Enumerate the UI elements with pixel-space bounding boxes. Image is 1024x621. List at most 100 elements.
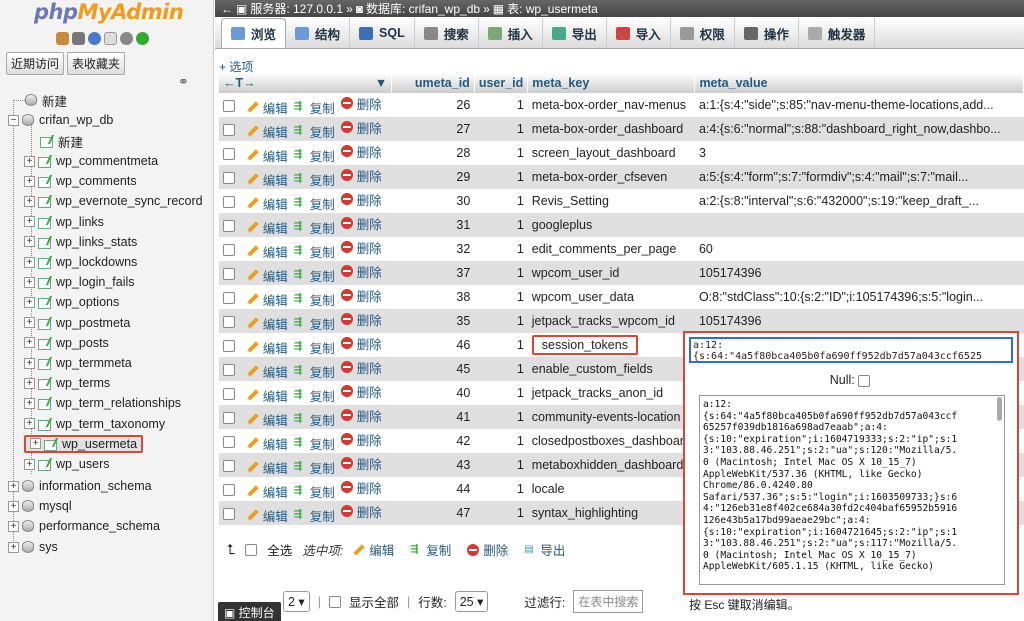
tab-0[interactable]: 浏览 <box>221 18 287 48</box>
expand-icon[interactable]: + <box>24 175 35 187</box>
tree-new[interactable]: 新建 <box>25 90 67 110</box>
bulk-delete-button[interactable]: 删除 <box>467 540 508 559</box>
delete-button[interactable]: 删除 <box>340 454 382 473</box>
tree-db-new[interactable]: 新建 <box>40 131 83 151</box>
tree-db-mysql[interactable]: + mysql <box>8 496 72 516</box>
select-all-checkbox[interactable] <box>245 543 258 556</box>
inline-edit-field[interactable]: a:12: {s:64:"4a5f80bca405b0fa690ff952db7… <box>689 337 1013 363</box>
cell-user-id[interactable]: 1 <box>474 333 528 357</box>
copy-button[interactable]: ⇶ 复制 <box>294 266 335 285</box>
settings-icon[interactable] <box>120 32 133 45</box>
page-select[interactable]: 2 ▾ <box>283 591 310 612</box>
cell-user-id[interactable]: 1 <box>474 285 528 309</box>
tab-4[interactable]: 插入 <box>479 18 543 48</box>
delete-button[interactable]: 删除 <box>340 214 382 233</box>
row-checkbox[interactable] <box>223 411 235 424</box>
cell-meta-key[interactable]: community-events-location <box>527 405 695 429</box>
console-button[interactable]: ▣ 控制台 <box>218 602 281 621</box>
row-checkbox[interactable] <box>223 243 235 256</box>
cell-umeta-id[interactable]: 29 <box>391 165 475 189</box>
select-all-label[interactable]: 全选 <box>267 540 292 559</box>
cell-meta-key[interactable]: meta-box-order_nav-menus <box>527 93 695 117</box>
edit-button[interactable]: 编辑 <box>247 242 288 261</box>
cell-umeta-id[interactable]: 37 <box>391 261 475 285</box>
cell-meta-key[interactable]: locale <box>527 477 695 501</box>
edit-button[interactable]: 编辑 <box>247 98 288 117</box>
expand-icon[interactable]: + <box>24 377 35 389</box>
cell-meta-value[interactable]: a:1:{s:4:"side";s:85:"nav-menu-theme-loc… <box>694 93 1024 117</box>
cell-user-id[interactable]: 1 <box>474 381 528 405</box>
tree-table-wp-term-relationships[interactable]: + wp_term_relationships <box>24 393 181 413</box>
cell-meta-key[interactable]: meta-box-order_cfseven <box>527 165 695 189</box>
cell-meta-value[interactable]: a:2:{s:8:"interval";s:6:"432000";s:19:"k… <box>694 189 1024 213</box>
expand-icon[interactable]: + <box>8 541 19 553</box>
cell-meta-key[interactable]: edit_comments_per_page <box>527 237 695 261</box>
edit-button[interactable]: 编辑 <box>247 170 288 189</box>
delete-button[interactable]: 删除 <box>340 118 382 137</box>
tree-table-wp-postmeta[interactable]: + wp_postmeta <box>24 313 130 333</box>
docs-icon[interactable] <box>104 32 117 45</box>
row-checkbox[interactable] <box>223 147 235 160</box>
expand-icon[interactable]: + <box>30 438 41 450</box>
cell-user-id[interactable]: 1 <box>474 237 528 261</box>
phpmyadmin-logo[interactable]: phpMyAdmin <box>34 0 184 24</box>
logout-icon[interactable] <box>72 32 85 45</box>
edit-button[interactable]: 编辑 <box>247 386 288 405</box>
expand-icon[interactable]: + <box>8 520 19 532</box>
expand-icon[interactable]: + <box>24 418 35 430</box>
copy-button[interactable]: ⇶ 复制 <box>294 290 335 309</box>
reload-icon[interactable] <box>136 32 149 45</box>
help-icon[interactable] <box>88 32 101 45</box>
tree-table-wp-terms[interactable]: + wp_terms <box>24 373 110 393</box>
cell-user-id[interactable]: 1 <box>474 117 528 141</box>
tree-table-wp-login-fails[interactable]: + wp_login_fails <box>24 272 135 292</box>
edit-button[interactable]: 编辑 <box>247 314 288 333</box>
cell-umeta-id[interactable]: 42 <box>391 429 475 453</box>
delete-button[interactable]: 删除 <box>340 358 382 377</box>
cell-umeta-id[interactable]: 27 <box>391 117 475 141</box>
cell-meta-value[interactable]: 60 <box>694 237 1024 261</box>
copy-button[interactable]: ⇶ 复制 <box>294 122 335 141</box>
cell-meta-key[interactable]: wpcom_user_data <box>527 285 695 309</box>
recent-button[interactable]: 近期访问 <box>6 52 65 75</box>
row-checkbox[interactable] <box>223 195 235 208</box>
cell-user-id[interactable]: 1 <box>474 477 528 501</box>
cell-meta-key[interactable]: metaboxhidden_dashboard <box>527 453 695 477</box>
cell-umeta-id[interactable]: 45 <box>391 357 475 381</box>
home-icon[interactable] <box>56 32 69 45</box>
value-textarea[interactable]: a:12: {s:64:"4a5f80bca405b0fa690ff952db7… <box>699 395 1005 585</box>
copy-button[interactable]: ⇶ 复制 <box>294 482 335 501</box>
copy-button[interactable]: ⇶ 复制 <box>294 194 335 213</box>
edit-button[interactable]: 编辑 <box>247 266 288 285</box>
cell-umeta-id[interactable]: 35 <box>391 309 475 333</box>
cell-umeta-id[interactable]: 31 <box>391 213 475 237</box>
edit-button[interactable]: 编辑 <box>247 194 288 213</box>
copy-button[interactable]: ⇶ 复制 <box>294 362 335 381</box>
collapse-icon[interactable]: − <box>8 114 19 126</box>
cell-umeta-id[interactable]: 46 <box>391 333 475 357</box>
tree-db-sys[interactable]: + sys <box>8 537 58 557</box>
copy-button[interactable]: ⇶ 复制 <box>294 338 335 357</box>
copy-button[interactable]: ⇶ 复制 <box>294 146 335 165</box>
copy-button[interactable]: ⇶ 复制 <box>294 170 335 189</box>
tab-5[interactable]: 导出 <box>543 18 607 48</box>
cell-umeta-id[interactable]: 32 <box>391 237 475 261</box>
link-icon[interactable]: ⚭ <box>178 74 189 90</box>
cell-user-id[interactable]: 1 <box>474 309 528 333</box>
tab-8[interactable]: 操作 <box>735 18 799 48</box>
bulk-copy-button[interactable]: ⇶ 复制 <box>410 540 451 559</box>
copy-button[interactable]: ⇶ 复制 <box>294 434 335 453</box>
tree-table-wp-termmeta[interactable]: + wp_termmeta <box>24 353 132 373</box>
delete-button[interactable]: 删除 <box>340 478 382 497</box>
back-arrow-icon[interactable]: ← <box>221 2 233 16</box>
delete-button[interactable]: 删除 <box>340 334 382 353</box>
cell-user-id[interactable]: 1 <box>474 141 528 165</box>
row-checkbox[interactable] <box>223 171 235 184</box>
cell-user-id[interactable]: 1 <box>474 93 528 117</box>
edit-button[interactable]: 编辑 <box>247 146 288 165</box>
cell-meta-key[interactable]: screen_layout_dashboard <box>527 141 695 165</box>
tree-table-wp-usermeta[interactable]: + wp_usermeta <box>24 434 144 454</box>
expand-icon[interactable]: + <box>24 296 35 308</box>
cell-umeta-id[interactable]: 30 <box>391 189 475 213</box>
edit-button[interactable]: 编辑 <box>247 506 288 525</box>
